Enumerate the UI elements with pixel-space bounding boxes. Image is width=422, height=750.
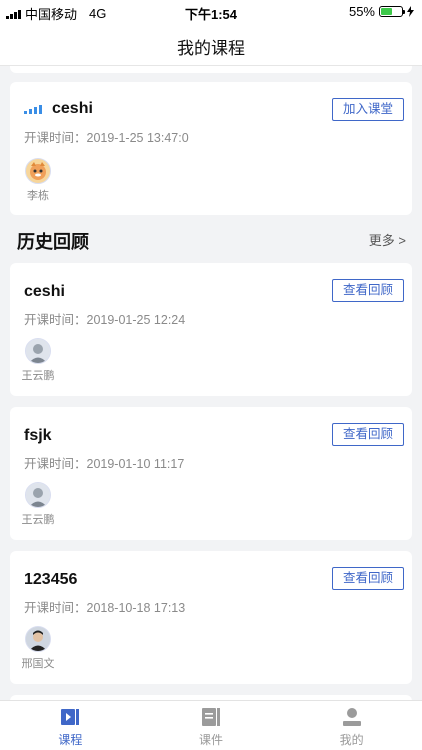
course-icon <box>61 709 80 725</box>
course-title: ceshi <box>52 100 93 117</box>
tab-profile[interactable]: 我的 <box>281 701 422 750</box>
charging-icon <box>407 6 414 17</box>
teacher-name: 王云鹏 <box>21 370 55 382</box>
avatar <box>25 338 51 364</box>
tab-label: 课程 <box>58 733 83 747</box>
course-time: 开课时间：2019-1-25 13:47:0 <box>24 131 189 145</box>
status-bar: 中国移动 4G 下午1:54 55% <box>0 0 422 24</box>
teacher-name: 邢国文 <box>21 658 55 670</box>
live-signal-icon <box>24 104 42 114</box>
tab-label: 我的 <box>339 733 364 747</box>
history-section-title: 历史回顾 <box>17 232 89 252</box>
view-review-button[interactable]: 查看回顾 <box>332 567 404 590</box>
tab-courseware[interactable]: 课件 <box>141 701 282 750</box>
teacher-photo-icon <box>26 627 50 651</box>
cartoon-avatar-icon <box>30 162 46 180</box>
partial-card <box>10 66 412 73</box>
battery-icon <box>379 6 405 17</box>
live-course-card[interactable]: ceshi 加入课堂 开课时间：2019-1-25 13:47:0 李栋 <box>10 82 412 215</box>
nav-bar: 我的课程 <box>0 24 422 66</box>
avatar <box>25 626 51 652</box>
courseware-icon <box>202 708 220 726</box>
tab-bar: 课程 课件 我的 <box>0 700 422 750</box>
view-review-button[interactable]: 查看回顾 <box>332 423 404 446</box>
tab-course[interactable]: 课程 <box>0 701 141 750</box>
teacher: 王云鹏 <box>22 482 55 527</box>
teacher-name: 王云鹏 <box>21 514 55 526</box>
battery-percent: 55% <box>348 4 375 19</box>
course-title: ceshi <box>24 283 65 300</box>
course-title: 123456 <box>24 571 78 588</box>
avatar <box>25 482 51 508</box>
course-time: 开课时间：2019-01-10 11:17 <box>24 457 185 471</box>
history-course-card[interactable]: ceshi 查看回顾 开课时间：2019-01-25 12:24 王云鹏 <box>10 263 412 396</box>
view-review-button[interactable]: 查看回顾 <box>332 279 404 302</box>
course-title: fsjk <box>24 427 52 444</box>
join-class-button[interactable]: 加入课堂 <box>332 98 404 121</box>
tab-label: 课件 <box>199 733 224 747</box>
teacher-name: 李栋 <box>27 190 49 202</box>
teacher: 王云鹏 <box>22 338 55 383</box>
page-title: 我的课程 <box>177 39 245 58</box>
teacher-photo-icon <box>26 483 50 507</box>
profile-icon <box>342 708 361 726</box>
teacher: 李栋 <box>24 158 52 203</box>
course-time: 开课时间：2019-01-25 12:24 <box>24 313 186 327</box>
history-course-card[interactable]: 123456 查看回顾 开课时间：2018-10-18 17:13 邢国文 <box>10 551 412 684</box>
status-right: 55% <box>349 4 414 19</box>
teacher: 邢国文 <box>22 626 55 671</box>
history-course-card[interactable]: fsjk 查看回顾 开课时间：2019-01-10 11:17 王云鹏 <box>10 407 412 540</box>
course-time: 开课时间：2018-10-18 17:13 <box>24 601 186 615</box>
teacher-photo-icon <box>26 339 50 363</box>
more-link[interactable]: 更多 > <box>369 230 406 249</box>
avatar <box>25 158 51 184</box>
